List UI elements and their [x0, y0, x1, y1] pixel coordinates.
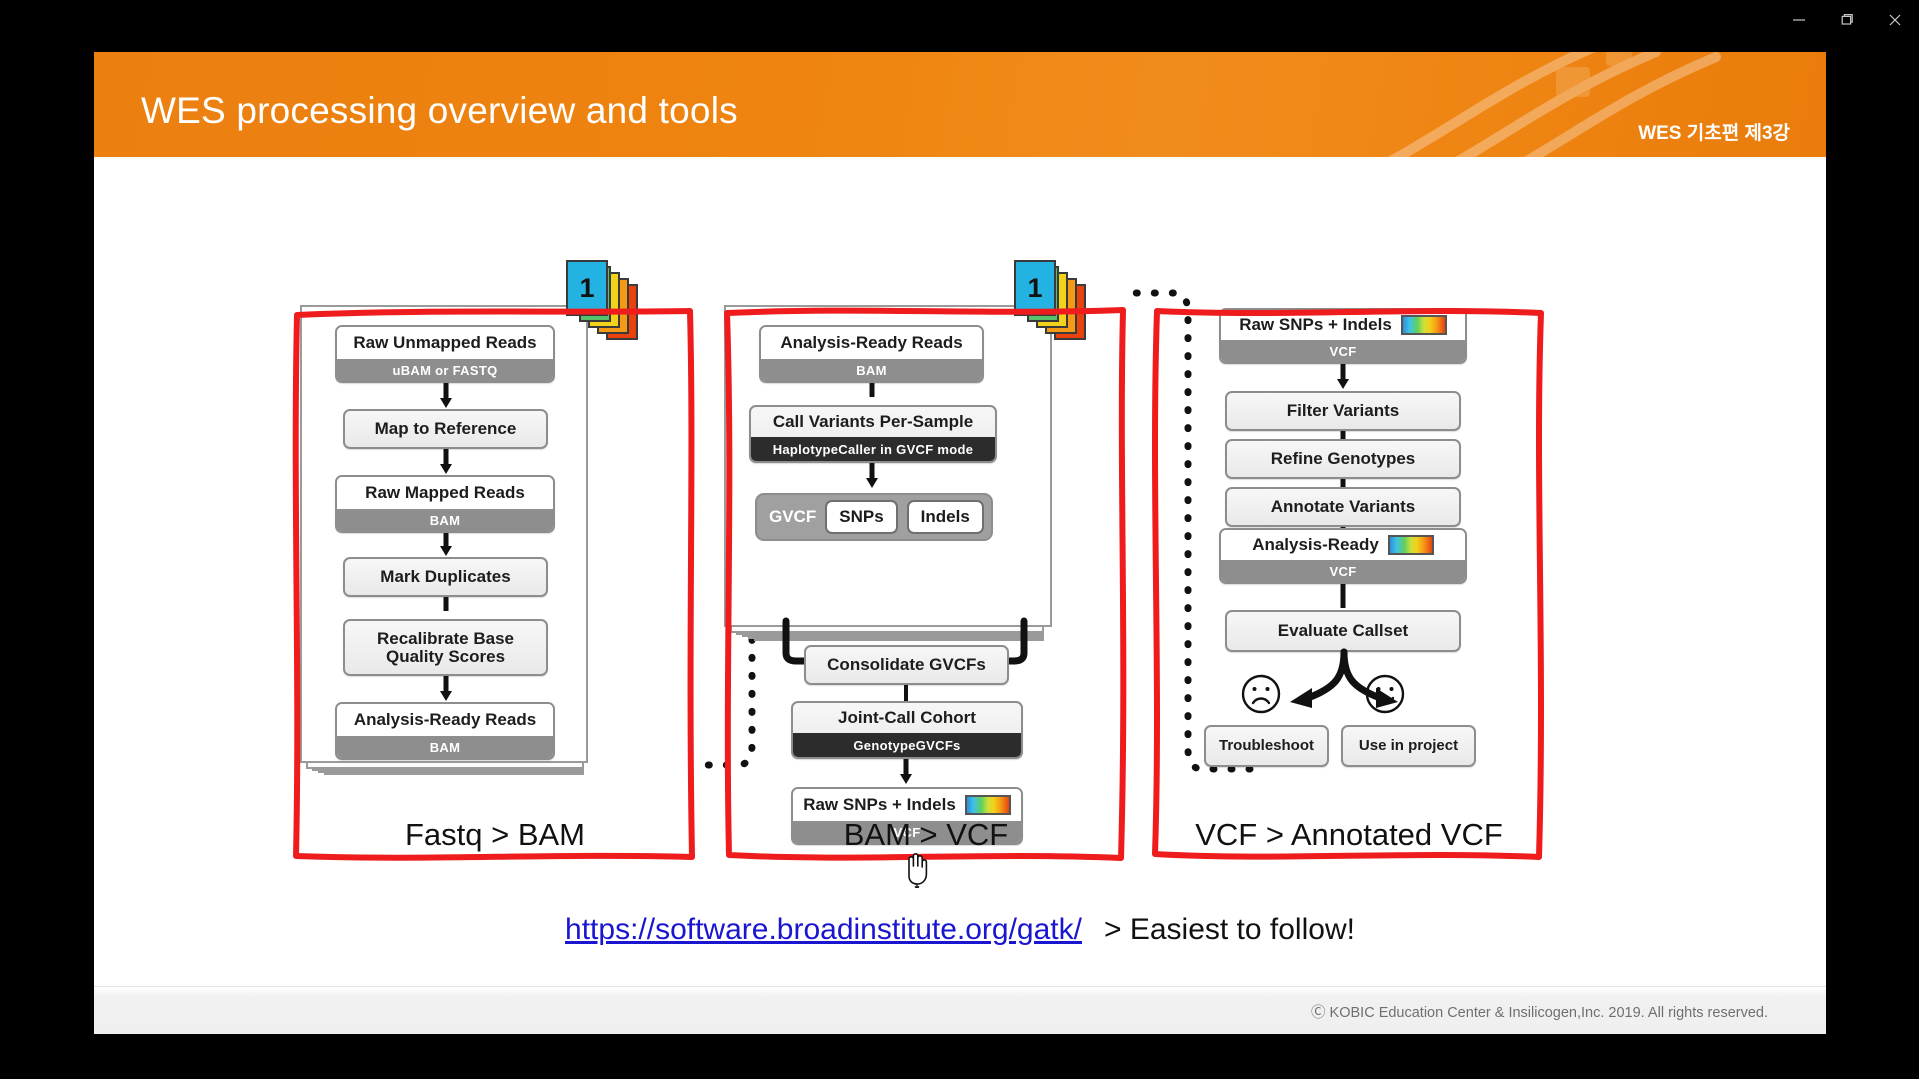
panel-3-step-0-sub: VCF [1221, 340, 1465, 362]
panel-2-chip-snps: SNPs [825, 500, 898, 534]
sample-tab-number: 1 [579, 272, 595, 303]
panel-3-step-0-titlewrap: Raw SNPs + Indels [1221, 310, 1465, 340]
panel-3-arrow-4 [1335, 584, 1351, 610]
panel-2-step-0: Analysis-Ready Reads BAM [759, 325, 984, 383]
panel-2-arrow-1 [864, 463, 880, 489]
panel-1-step-2: Raw Mapped Reads BAM [335, 475, 555, 533]
panel-3-step-5: Evaluate Callset [1225, 610, 1461, 652]
happy-face-icon [1364, 673, 1406, 715]
panel-2-step-0-title: Analysis-Ready Reads [761, 327, 982, 359]
panel-1-step-5-title: Analysis-Ready Reads [337, 704, 553, 736]
gatk-link[interactable]: https://software.broadinstitute.org/gatk… [565, 913, 1082, 947]
panel-1-step-2-sub: BAM [337, 509, 553, 531]
panel-2-gvcf-label: GVCF [769, 507, 817, 526]
panel-2-step-3-title: Joint-Call Cohort [838, 708, 976, 728]
panel-3-step-4-title: Analysis-Ready [1252, 535, 1379, 555]
link-note: > Easiest to follow! [1103, 913, 1355, 946]
panel-2-step-3: Joint-Call Cohort GenotypeGVCFs [791, 701, 1023, 759]
panel-1-arrow-1 [438, 449, 454, 475]
panel-3-step-5-title: Evaluate Callset [1277, 621, 1409, 641]
panel-2-step-2-title: Consolidate GVCFs [827, 655, 986, 675]
workflow-diagram: 1 Raw Unmapped Reads uBAM or FASTQ Map t… [94, 157, 1826, 897]
panel-2-step-1-title: Call Variants Per-Sample [772, 412, 974, 432]
deck-label: WES 기초편 제3강 [1638, 123, 1790, 144]
panel-3-caption: VCF > Annotated VCF [1195, 817, 1503, 852]
panel-2-step-0-sub: BAM [761, 359, 982, 381]
panel-2-chip-indels: Indels [906, 500, 984, 534]
panel-3-step-3-title: Annotate Variants [1270, 497, 1416, 517]
panel-2-caption: BAM > VCF [843, 817, 1009, 852]
slide-body: 1 Raw Unmapped Reads uBAM or FASTQ Map t… [94, 157, 1826, 1034]
panel-3-step-2-title: Refine Genotypes [1270, 449, 1416, 469]
reference-link-row: https://software.broadinstitute.org/gatk… [94, 913, 1826, 947]
panel-3-outcome-use-in-project-label: Use in project [1358, 737, 1459, 755]
sad-face-icon [1240, 673, 1282, 715]
panel-3-outcome-troubleshoot: Troubleshoot [1204, 725, 1329, 767]
panel-3-step-1-title: Filter Variants [1286, 401, 1400, 421]
panel-1-step-5-sub: BAM [337, 736, 553, 758]
panel-3-arrow-0 [1335, 364, 1351, 390]
close-button[interactable] [1871, 5, 1919, 35]
panel-3-step-4-sub: VCF [1221, 560, 1465, 582]
presentation-slide: WES processing overview and tools WES 기초… [94, 52, 1826, 1034]
panel-1-step-1: Map to Reference [343, 409, 548, 449]
panel-1-arrow-4 [438, 676, 454, 702]
copyright-text: Ⓒ KOBIC Education Center & Insilicogen,I… [1311, 1005, 1768, 1021]
panel-3-step-3: Annotate Variants [1225, 487, 1461, 527]
panel-1-step-0-title: Raw Unmapped Reads [337, 327, 553, 359]
panel-3-step-2: Refine Genotypes [1225, 439, 1461, 479]
panel-2-step-1: Call Variants Per-Sample HaplotypeCaller… [749, 405, 997, 463]
panel-3-step-1: Filter Variants [1225, 391, 1461, 431]
panel-1-step-2-title: Raw Mapped Reads [337, 477, 553, 509]
panel-1-step-5: Analysis-Ready Reads BAM [335, 702, 555, 760]
minimize-button[interactable] [1775, 5, 1823, 35]
page-title: WES processing overview and tools [141, 90, 738, 131]
panel-1-step-4: Recalibrate Base Quality Scores [343, 619, 548, 676]
panel-2-sample-tabs: 1 [1014, 260, 1134, 390]
panel-1-step-0-sub: uBAM or FASTQ [337, 359, 553, 381]
panel-2-arrow-0 [864, 383, 880, 405]
rainbow-swatch-icon [1387, 535, 1434, 555]
panel-2-arrow-3 [898, 759, 914, 785]
panel-1-step-4-title: Recalibrate Base Quality Scores [376, 628, 515, 666]
sample-tab-number: 1 [1027, 272, 1043, 303]
slide-header: WES processing overview and tools WES 기초… [94, 52, 1826, 157]
panel-3-step-4: Analysis-Ready VCF [1219, 528, 1467, 584]
rainbow-swatch-icon [964, 795, 1011, 815]
slide-footer: Ⓒ KOBIC Education Center & Insilicogen,I… [94, 986, 1826, 1034]
panel-1-step-3-title: Mark Duplicates [380, 567, 511, 587]
panel-3-step-4-titlewrap: Analysis-Ready [1221, 530, 1465, 560]
panel-3-step-0: Raw SNPs + Indels VCF [1219, 308, 1467, 364]
panel-2-gvcf-group: GVCF SNPs Indels [755, 493, 993, 541]
panel-1-arrow-3 [438, 597, 454, 619]
window-titlebar [0, 0, 1919, 40]
panel-2-step-2: Consolidate GVCFs [804, 645, 1009, 685]
rainbow-swatch-icon [1400, 315, 1447, 335]
panel-1-arrow-0 [438, 383, 454, 409]
panel-3-step-0-title: Raw SNPs + Indels [1239, 315, 1392, 335]
panel-3-outcome-use-in-project: Use in project [1341, 725, 1476, 767]
panel-2-step-1-sub: HaplotypeCaller in GVCF mode [751, 437, 995, 461]
panel-1-arrow-2 [438, 533, 454, 557]
panel-1-step-3: Mark Duplicates [343, 557, 548, 597]
panel-1-step-0: Raw Unmapped Reads uBAM or FASTQ [335, 325, 555, 383]
maximize-restore-button[interactable] [1823, 5, 1871, 35]
panel-2-step-4-title: Raw SNPs + Indels [803, 795, 956, 815]
panel-1-sample-tabs: 1 [566, 260, 686, 390]
panel-2-step-3-sub: GenotypeGVCFs [793, 733, 1021, 757]
panel-1-step-1-title: Map to Reference [374, 419, 517, 439]
panel-1-caption: Fastq > BAM [404, 817, 586, 852]
panel-3-outcome-troubleshoot-label: Troubleshoot [1219, 737, 1314, 755]
